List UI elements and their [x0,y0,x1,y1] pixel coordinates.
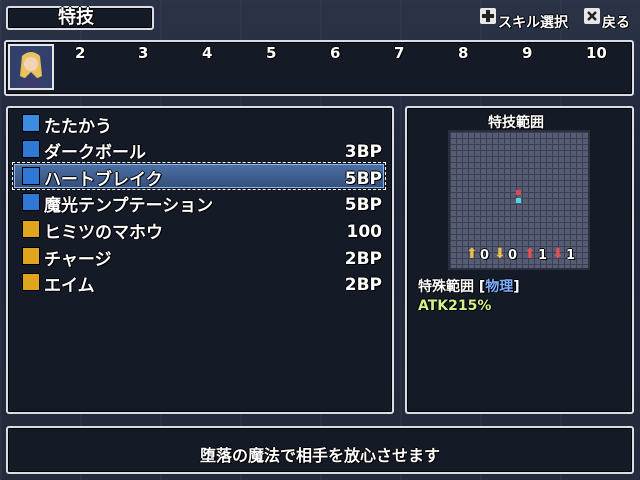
skill-description: 堕落の魔法で相手を放心させます [199,446,440,465]
range-count-1: 0 [480,248,490,263]
party-slot-2[interactable]: 2 [75,44,85,62]
range-title: 特技範囲 [488,115,544,131]
arrow-down-icon: ⬇ [552,246,564,262]
hint-back: 戻る [602,15,630,31]
range-count-4: 1 [566,248,576,263]
skill-icon [22,140,40,158]
user-cell [516,198,521,203]
arrow-up-icon: ⬆ [524,246,536,262]
skill-cost: 2BP [344,249,382,269]
party-bar [4,40,634,96]
arrow-up-icon: ⬆ [466,246,478,262]
party-slot-8[interactable]: 8 [458,44,468,62]
range-label: 特殊範囲 [物理] [418,279,520,295]
skill-cost: 5BP [344,169,382,189]
range-count-2: 0 [508,248,518,263]
skill-name: ハートブレイク [44,170,163,190]
range-count-3: 1 [538,248,548,263]
skill-cost: 5BP [344,195,382,215]
skill-icon [22,193,40,211]
ui-icon [22,247,40,265]
arrow-down-icon: ⬇ [494,246,506,262]
dpad-icon [480,8,496,24]
ui-icon [22,273,40,291]
party-slot-7[interactable]: 7 [394,44,404,62]
skill-name: エイム [44,276,95,296]
party-slot-5[interactable]: 5 [266,44,276,62]
sword-icon [22,114,40,132]
target-cell [516,190,521,195]
skill-name: チャージ [44,250,112,270]
character-portrait-icon [10,46,52,88]
range-type: 物理 [485,279,514,295]
skill-name: ヒミツのマホウ [44,223,163,243]
skill-cost: 2BP [344,275,382,295]
skill-icon [22,167,40,185]
party-slot-3[interactable]: 3 [138,44,148,62]
skill-cost: 100 [346,222,383,242]
skill-name: 魔光テンプテーション [44,196,214,216]
party-slot-6[interactable]: 6 [330,44,340,62]
hint-select: スキル選択 [498,15,568,31]
party-member-portrait[interactable] [8,44,54,90]
skill-cost: 3BP [344,142,382,162]
skill-name: ダークボール [44,143,146,163]
skill-name: たたかう [44,117,112,137]
x-button-icon[interactable] [584,8,600,24]
party-slot-4[interactable]: 4 [202,44,212,62]
party-slot-10[interactable]: 10 [586,44,607,62]
attack-power: ATK215% [418,298,492,314]
party-slot-9[interactable]: 9 [522,44,532,62]
special-icon [22,220,40,238]
page-title: 特技 [58,7,94,28]
